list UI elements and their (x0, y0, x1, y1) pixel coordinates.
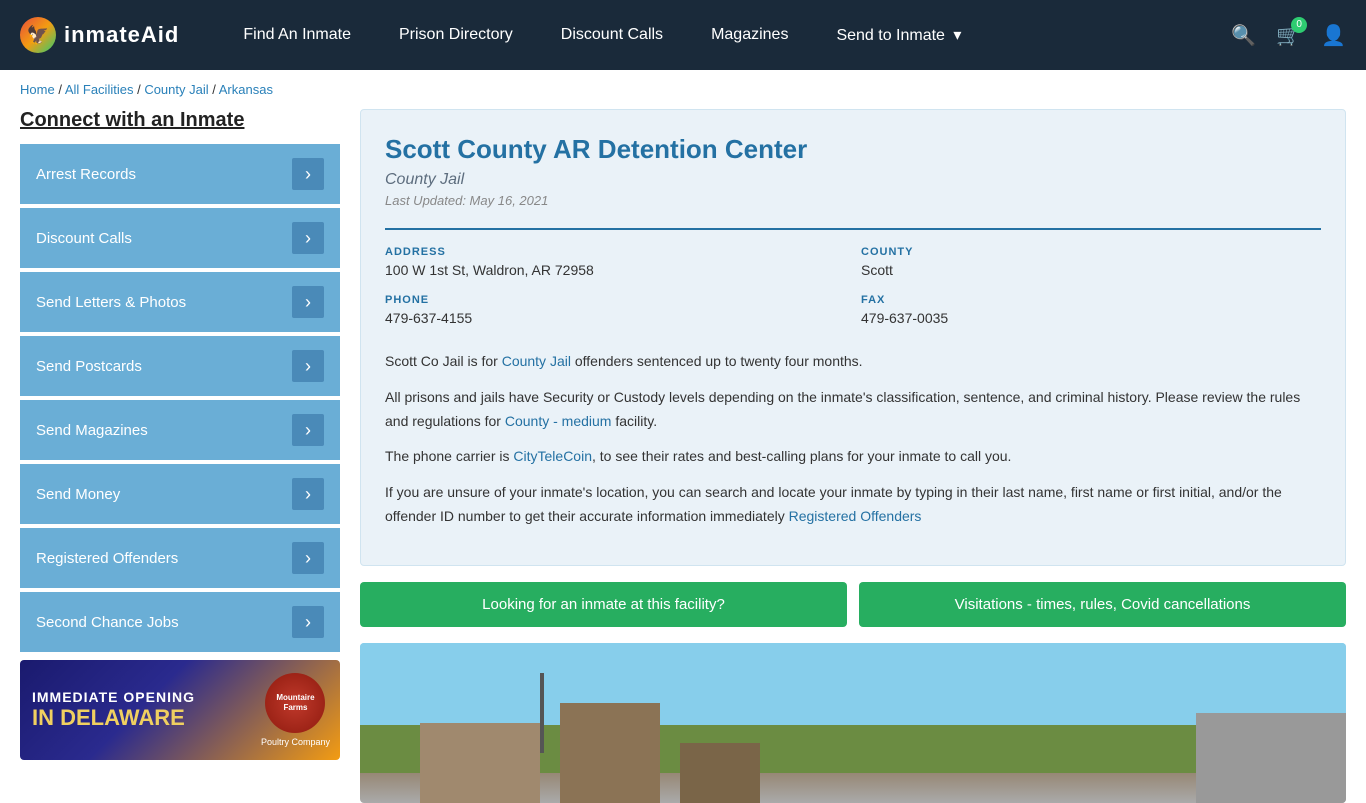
ad-banner[interactable]: IMMEDIATE OPENING IN DELAWARE MountaireF… (20, 660, 340, 760)
logo[interactable]: 🦅 inmateAid (20, 17, 179, 53)
ad-text: IMMEDIATE OPENING IN DELAWARE (32, 689, 195, 731)
sidebar-send-postcards[interactable]: Send Postcards › (20, 336, 340, 396)
logo-icon: 🦅 (20, 17, 56, 53)
fax-block: FAX 479-637-0035 (861, 294, 1321, 326)
registered-offenders-link[interactable]: Registered Offenders (789, 508, 922, 524)
building-4 (1196, 713, 1346, 803)
sidebar: Connect with an Inmate Arrest Records › … (20, 109, 340, 803)
sidebar-registered-offenders[interactable]: Registered Offenders › (20, 528, 340, 588)
address-value: 100 W 1st St, Waldron, AR 72958 (385, 262, 845, 278)
nav-magazines[interactable]: Magazines (687, 26, 812, 44)
sidebar-send-money[interactable]: Send Money › (20, 464, 340, 524)
desc-para-3: The phone carrier is CityTeleCoin, to se… (385, 445, 1321, 469)
ad-logo: MountaireFarms Poultry Company (261, 673, 330, 747)
ad-logo-circle: MountaireFarms (265, 673, 325, 733)
header-icons: 🔍 🛒 0 👤 (1231, 23, 1346, 48)
ad-line2: IN DELAWARE (32, 705, 195, 731)
address-label: ADDRESS (385, 246, 845, 258)
phone-label: PHONE (385, 294, 845, 306)
breadcrumb-all-facilities[interactable]: All Facilities (65, 82, 134, 97)
sidebar-second-chance-jobs[interactable]: Second Chance Jobs › (20, 592, 340, 652)
action-buttons: Looking for an inmate at this facility? … (360, 582, 1346, 627)
header: 🦅 inmateAid Find An Inmate Prison Direct… (0, 0, 1366, 70)
main-container: Connect with an Inmate Arrest Records › … (0, 109, 1366, 803)
pole (540, 673, 544, 753)
arrow-icon: › (292, 542, 324, 574)
sidebar-send-letters[interactable]: Send Letters & Photos › (20, 272, 340, 332)
find-inmate-button[interactable]: Looking for an inmate at this facility? (360, 582, 847, 627)
nav-discount-calls[interactable]: Discount Calls (537, 26, 687, 44)
breadcrumb: Home / All Facilities / County Jail / Ar… (0, 70, 1366, 109)
desc-para-2: All prisons and jails have Security or C… (385, 386, 1321, 434)
county-label: COUNTY (861, 246, 1321, 258)
facility-updated: Last Updated: May 16, 2021 (385, 193, 1321, 208)
nav-send-to-inmate[interactable]: Send to Inmate ▾ (812, 25, 985, 45)
main-nav: Find An Inmate Prison Directory Discount… (219, 25, 1231, 45)
info-grid: ADDRESS 100 W 1st St, Waldron, AR 72958 … (385, 228, 1321, 326)
ad-logo-label: Poultry Company (261, 737, 330, 747)
sidebar-arrest-records[interactable]: Arrest Records › (20, 144, 340, 204)
arrow-icon: › (292, 286, 324, 318)
connect-title: Connect with an Inmate (20, 109, 340, 132)
arrow-icon: › (292, 606, 324, 638)
arrow-icon: › (292, 350, 324, 382)
county-block: COUNTY Scott (861, 246, 1321, 278)
cart-button[interactable]: 🛒 0 (1276, 23, 1301, 48)
county-medium-link[interactable]: County - medium (505, 413, 612, 429)
sidebar-discount-calls[interactable]: Discount Calls › (20, 208, 340, 268)
account-button[interactable]: 👤 (1321, 23, 1346, 48)
arrow-icon: › (292, 222, 324, 254)
facility-image (360, 643, 1346, 803)
nav-prison-directory[interactable]: Prison Directory (375, 26, 537, 44)
building-2 (560, 703, 660, 803)
citytelecoin-link[interactable]: CityTeleCoin (513, 448, 592, 464)
desc-para-1: Scott Co Jail is for County Jail offende… (385, 350, 1321, 374)
logo-text: inmateAid (64, 22, 179, 48)
facility-description: Scott Co Jail is for County Jail offende… (385, 342, 1321, 529)
facility-card: Scott County AR Detention Center County … (360, 109, 1346, 566)
breadcrumb-county-jail[interactable]: County Jail (144, 82, 208, 97)
building-1 (420, 723, 540, 803)
arrow-icon: › (292, 414, 324, 446)
cart-badge: 0 (1291, 17, 1307, 33)
desc-para-4: If you are unsure of your inmate's locat… (385, 481, 1321, 529)
arrow-icon: › (292, 158, 324, 190)
main-content: Scott County AR Detention Center County … (360, 109, 1346, 803)
county-jail-link[interactable]: County Jail (502, 353, 571, 369)
fax-value: 479-637-0035 (861, 310, 1321, 326)
search-button[interactable]: 🔍 (1231, 23, 1256, 48)
breadcrumb-arkansas[interactable]: Arkansas (219, 82, 273, 97)
phone-value: 479-637-4155 (385, 310, 845, 326)
building-3 (680, 743, 760, 803)
send-to-inmate-arrow-icon: ▾ (953, 25, 961, 45)
facility-title: Scott County AR Detention Center (385, 134, 1321, 165)
address-block: ADDRESS 100 W 1st St, Waldron, AR 72958 (385, 246, 845, 278)
sidebar-send-magazines[interactable]: Send Magazines › (20, 400, 340, 460)
phone-block: PHONE 479-637-4155 (385, 294, 845, 326)
visitations-button[interactable]: Visitations - times, rules, Covid cancel… (859, 582, 1346, 627)
fax-label: FAX (861, 294, 1321, 306)
facility-type: County Jail (385, 171, 1321, 189)
county-value: Scott (861, 262, 1321, 278)
ad-line1: IMMEDIATE OPENING (32, 689, 195, 705)
arrow-icon: › (292, 478, 324, 510)
nav-find-inmate[interactable]: Find An Inmate (219, 26, 375, 44)
breadcrumb-home[interactable]: Home (20, 82, 55, 97)
